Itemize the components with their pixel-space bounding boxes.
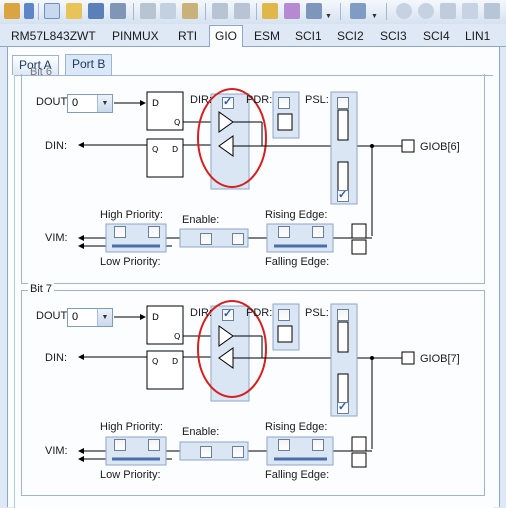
tab-rti[interactable]: RTI — [173, 27, 202, 45]
high-priority-label: High Priority: — [100, 209, 163, 221]
svg-text:Q: Q — [152, 145, 158, 154]
enable-label: Enable: — [182, 214, 220, 226]
edit-icon[interactable] — [440, 3, 456, 19]
high-priority-label: High Priority: — [100, 421, 163, 433]
psl-low-checkbox[interactable] — [337, 188, 349, 202]
pdr-checkbox[interactable] — [278, 309, 290, 321]
tab-port-b[interactable]: Port B — [65, 54, 113, 76]
high-priority-checkbox-b[interactable] — [148, 439, 160, 451]
rising-edge-checkbox-b[interactable] — [312, 226, 324, 238]
vim-label: VIM: — [45, 445, 68, 457]
falling-edge-label: Falling Edge: — [265, 256, 330, 268]
tab-sci3[interactable]: SCI3 — [375, 27, 412, 45]
high-priority-checkbox-a[interactable] — [114, 439, 126, 451]
svg-text:D: D — [172, 145, 178, 154]
tab-sci2[interactable]: SCI2 — [332, 27, 369, 45]
svg-text:D: D — [172, 357, 178, 366]
pin-label: GIOB[6] — [420, 141, 460, 153]
forward-icon[interactable] — [418, 3, 434, 19]
chevron-down-icon[interactable]: ▼ — [97, 95, 112, 112]
checklist-icon[interactable] — [284, 3, 300, 19]
port-b-panel: Bit 6 D Q Q D DOUT: 0 ▼ DIN: DIR: ✓ PDR:… — [14, 66, 493, 508]
dir-checkbox[interactable] — [222, 307, 234, 321]
enable-checkbox-b[interactable] — [232, 446, 244, 458]
svg-text:Q: Q — [152, 357, 158, 366]
tab-gio[interactable]: GIO — [209, 25, 244, 47]
rising-edge-checkbox-a[interactable] — [278, 439, 290, 451]
din-label: DIN: — [45, 140, 67, 152]
paste-icon[interactable] — [182, 3, 198, 19]
copy-icon[interactable] — [160, 3, 176, 19]
bit6-group: Bit 6 D Q Q D DOUT: 0 ▼ DIN: DIR: ✓ PDR:… — [21, 66, 485, 284]
open-icon[interactable] — [66, 3, 82, 19]
enable-checkbox-b[interactable] — [232, 233, 244, 245]
cut-icon[interactable] — [140, 3, 156, 19]
stack-icon[interactable] — [350, 3, 366, 19]
pdr-label: PDR: — [246, 307, 273, 319]
tab-sci4[interactable]: SCI4 — [418, 27, 455, 45]
psl-high-checkbox[interactable] — [337, 309, 349, 321]
menu-icon[interactable] — [24, 3, 34, 19]
dir-checkbox[interactable] — [222, 95, 234, 109]
low-priority-label: Low Priority: — [100, 469, 161, 481]
pdr-checkbox[interactable] — [278, 97, 290, 109]
module-tabs: RM57L843ZWT PINMUX RTI GIO ESM SCI1 SCI2… — [0, 24, 506, 47]
enable-label: Enable: — [182, 426, 220, 438]
chevron-down-icon[interactable]: ▼ — [325, 13, 332, 20]
save-all-icon[interactable] — [110, 3, 126, 19]
high-priority-checkbox-a[interactable] — [114, 226, 126, 238]
new-icon[interactable] — [44, 3, 60, 19]
enable-checkbox-a[interactable] — [200, 233, 212, 245]
din-label: DIN: — [45, 352, 67, 364]
high-priority-checkbox-b[interactable] — [148, 226, 160, 238]
back-icon[interactable] — [396, 3, 412, 19]
chevron-down-icon[interactable]: ▼ — [97, 309, 112, 326]
low-priority-label: Low Priority: — [100, 256, 161, 268]
falling-edge-label: Falling Edge: — [265, 469, 330, 481]
rising-edge-label: Rising Edge: — [265, 421, 328, 433]
rising-edge-checkbox-b[interactable] — [312, 439, 324, 451]
svg-text:Q: Q — [174, 118, 180, 127]
pdr-label: PDR: — [246, 94, 273, 106]
dout-dropdown[interactable]: 0 ▼ — [67, 94, 113, 113]
tab-pinmux[interactable]: PINMUX — [107, 27, 164, 45]
home-icon[interactable] — [462, 3, 478, 19]
vim-label: VIM: — [45, 232, 68, 244]
dout-value: 0 — [72, 311, 79, 323]
gio-panel: Port A Port B Bit 6 D Q Q D DOUT: 0 ▼ DI… — [7, 47, 500, 508]
redo-icon[interactable] — [234, 3, 250, 19]
psl-label: PSL: — [305, 307, 329, 319]
tab-lin1[interactable]: LIN1 — [460, 27, 495, 45]
undo-icon[interactable] — [212, 3, 228, 19]
dout-value: 0 — [72, 97, 79, 109]
psl-label: PSL: — [305, 94, 329, 106]
tab-esm[interactable]: ESM — [249, 27, 285, 45]
rising-edge-checkbox-a[interactable] — [278, 226, 290, 238]
svg-text:D: D — [152, 313, 159, 323]
settings-icon[interactable] — [306, 3, 322, 19]
dout-dropdown[interactable]: 0 ▼ — [67, 308, 113, 327]
find-icon[interactable] — [262, 3, 278, 19]
bit7-group: Bit 7 D Q Q D DOUT: 0 ▼ DIN: DIR: ✓ PDR:… — [21, 283, 485, 496]
tab-rm57l843zwt[interactable]: RM57L843ZWT — [6, 27, 101, 45]
tool-icon[interactable] — [484, 3, 500, 19]
svg-text:Q: Q — [174, 332, 180, 341]
app-icon[interactable] — [4, 3, 20, 19]
rising-edge-label: Rising Edge: — [265, 209, 328, 221]
dir-label: DIR: — [190, 94, 212, 106]
save-icon[interactable] — [88, 3, 104, 19]
tab-sci1[interactable]: SCI1 — [290, 27, 327, 45]
psl-low-checkbox[interactable] — [337, 400, 349, 414]
enable-checkbox-a[interactable] — [200, 446, 212, 458]
svg-text:D: D — [152, 99, 159, 109]
toolbar: ▼ ▼ — [0, 0, 506, 25]
dout-label: DOUT: — [36, 310, 69, 322]
dir-label: DIR: — [190, 307, 212, 319]
chevron-down-icon[interactable]: ▼ — [371, 13, 378, 20]
psl-high-checkbox[interactable] — [337, 97, 349, 109]
pin-label: GIOB[7] — [420, 353, 460, 365]
dout-label: DOUT: — [36, 96, 69, 108]
